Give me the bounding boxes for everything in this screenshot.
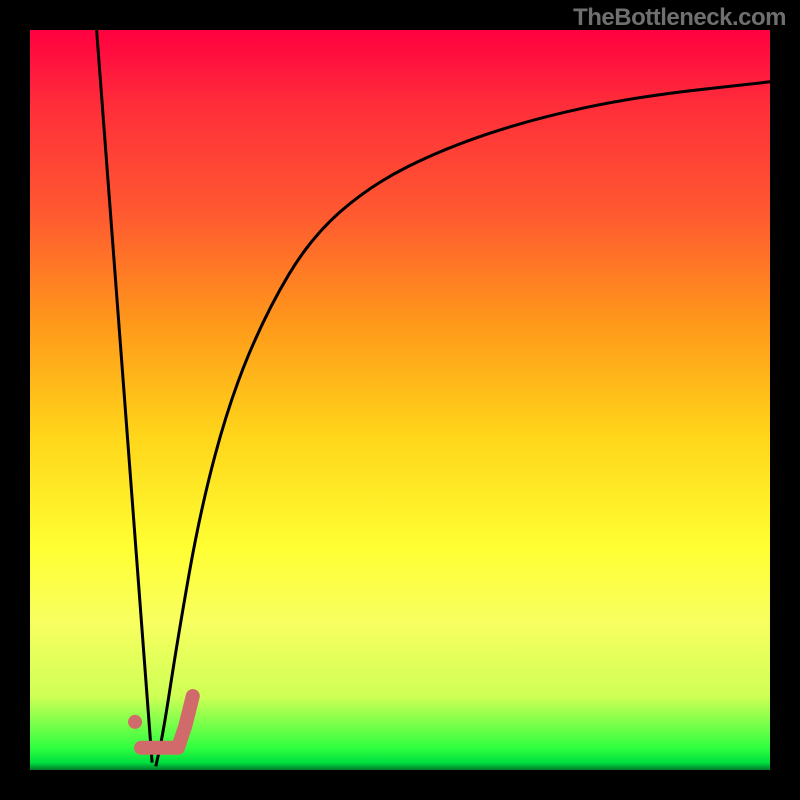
rising-curve <box>156 82 770 767</box>
chart-svg <box>30 30 770 770</box>
marker-dot <box>128 715 142 729</box>
descending-line <box>97 30 153 763</box>
attribution-text: TheBottleneck.com <box>573 4 786 32</box>
plot-area <box>30 30 770 770</box>
